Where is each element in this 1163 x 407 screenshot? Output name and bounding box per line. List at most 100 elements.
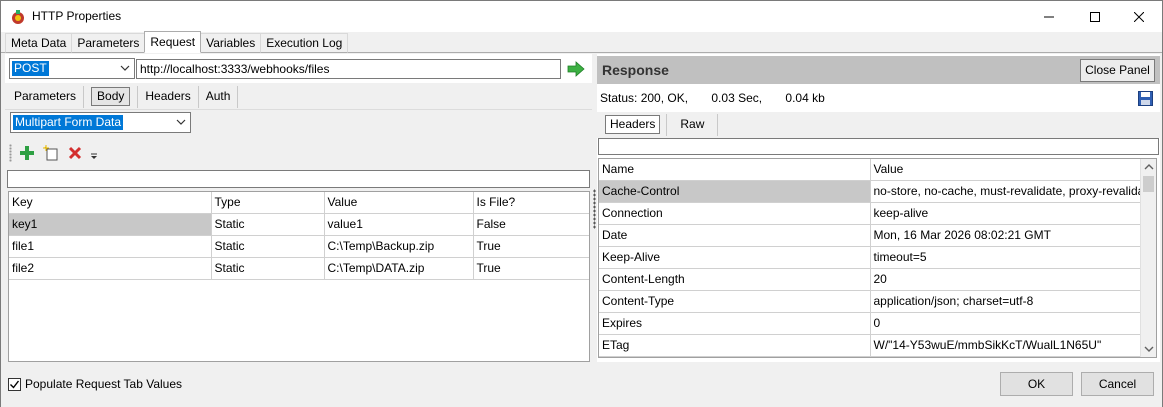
tab-meta-data[interactable]: Meta Data: [5, 33, 73, 53]
minimize-icon: [1044, 16, 1054, 17]
cell-value[interactable]: C:\Temp\DATA.zip: [324, 257, 474, 280]
table-row[interactable]: ETag W/"14-Y53wuE/mmbSikKcT/WualL1N65U": [599, 334, 1142, 357]
save-icon[interactable]: [1138, 91, 1153, 106]
column-header-value[interactable]: Value: [324, 192, 474, 214]
url-input[interactable]: http://localhost:3333/webhooks/files: [136, 59, 561, 79]
cell-is-file[interactable]: True: [473, 257, 589, 280]
populate-checkbox[interactable]: [8, 378, 21, 391]
cell-value[interactable]: keep-alive: [870, 202, 1142, 225]
method-value: POST: [12, 61, 49, 76]
cell-value[interactable]: 0: [870, 312, 1142, 335]
cell-key[interactable]: file2: [9, 257, 212, 280]
maximize-icon: [1090, 11, 1100, 22]
cell-name[interactable]: Expires: [599, 312, 871, 335]
cell-type[interactable]: Static: [211, 257, 325, 280]
response-title: Response: [602, 62, 669, 78]
cell-key[interactable]: key1: [9, 213, 212, 236]
delete-x-icon: [68, 146, 82, 160]
close-icon: [1134, 11, 1144, 22]
table-row[interactable]: Content-Length 20: [599, 268, 1142, 291]
column-header-is-file[interactable]: Is File?: [473, 192, 589, 214]
add-row-button[interactable]: [17, 143, 37, 163]
cell-name[interactable]: Content-Type: [599, 290, 871, 313]
send-arrow-icon[interactable]: [567, 60, 585, 78]
cell-value[interactable]: timeout=5: [870, 246, 1142, 269]
cell-key[interactable]: file1: [9, 235, 212, 258]
cell-value[interactable]: W/"14-Y53wuE/mmbSikKcT/WualL1N65U": [870, 334, 1142, 357]
cell-is-file[interactable]: True: [473, 235, 589, 258]
cell-value[interactable]: C:\Temp\Backup.zip: [324, 235, 474, 258]
cell-name[interactable]: Keep-Alive: [599, 246, 871, 269]
body-toolbar: [9, 142, 103, 164]
table-row[interactable]: Connection keep-alive: [599, 202, 1142, 225]
cell-name[interactable]: Cache-Control: [599, 180, 871, 203]
toolbar-grip: [9, 144, 12, 162]
main-tabs: Meta Data Parameters Request Variables E…: [5, 31, 349, 53]
table-row[interactable]: Date Mon, 16 Mar 2026 08:02:21 GMT: [599, 224, 1142, 247]
body-type-select[interactable]: Multipart Form Data: [10, 112, 191, 133]
cell-value[interactable]: Mon, 16 Mar 2026 08:02:21 GMT: [870, 224, 1142, 247]
ok-button[interactable]: OK: [1000, 372, 1073, 396]
subtab-parameters[interactable]: Parameters: [7, 86, 85, 108]
cell-name[interactable]: Date: [599, 224, 871, 247]
column-header-name[interactable]: Name: [599, 159, 871, 181]
cell-value[interactable]: 20: [870, 268, 1142, 291]
minimize-button[interactable]: [1026, 1, 1072, 32]
table-row[interactable]: Cache-Control no-store, no-cache, must-re…: [599, 180, 1142, 203]
subtab-headers[interactable]: Headers: [138, 86, 199, 108]
cell-is-file[interactable]: False: [473, 213, 589, 236]
table-row[interactable]: Content-Type application/json; charset=ut…: [599, 290, 1142, 313]
delete-row-button[interactable]: [65, 143, 85, 163]
window-title: HTTP Properties: [32, 9, 122, 23]
column-header-key[interactable]: Key: [9, 192, 212, 214]
close-panel-button[interactable]: Close Panel: [1080, 59, 1155, 82]
close-button[interactable]: [1116, 1, 1162, 32]
grid-filter-input[interactable]: [7, 170, 590, 188]
dialog-footer: Populate Request Tab Values OK Cancel: [1, 363, 1162, 407]
table-row[interactable]: file2 Static C:\Temp\DATA.zip True: [9, 257, 589, 280]
request-sub-area: Parameters Body Headers Auth Multipart F…: [5, 83, 592, 362]
cell-name[interactable]: Content-Length: [599, 268, 871, 291]
tab-variables[interactable]: Variables: [200, 33, 262, 53]
table-row[interactable]: file1 Static C:\Temp\Backup.zip True: [9, 235, 589, 258]
tab-execution-log[interactable]: Execution Log: [260, 33, 349, 53]
new-item-button[interactable]: [41, 143, 61, 163]
table-row[interactable]: key1 Static value1 False: [9, 213, 589, 236]
table-row[interactable]: Expires 0: [599, 312, 1142, 335]
tab-parameters[interactable]: Parameters: [71, 33, 146, 53]
scroll-up-icon[interactable]: [1144, 162, 1154, 172]
response-headers-grid: Name Value Cache-Control no-store, no-cac…: [598, 158, 1157, 358]
column-header-value[interactable]: Value: [870, 159, 1142, 181]
method-select[interactable]: POST: [9, 58, 135, 79]
scroll-down-icon[interactable]: [1144, 344, 1154, 354]
subtab-body[interactable]: Body: [84, 86, 139, 108]
pane-splitter[interactable]: [593, 189, 596, 229]
table-row[interactable]: Keep-Alive timeout=5: [599, 246, 1142, 269]
cell-name[interactable]: Connection: [599, 202, 871, 225]
cell-value[interactable]: value1: [324, 213, 474, 236]
app-icon: [12, 10, 24, 24]
tab-response-raw[interactable]: Raw: [667, 114, 719, 136]
request-sub-tabs: Parameters Body Headers Auth: [7, 86, 239, 108]
toolbar-overflow-button[interactable]: [89, 143, 99, 163]
cell-type[interactable]: Static: [211, 235, 325, 258]
cell-value[interactable]: no-store, no-cache, must-revalidate, pro…: [870, 180, 1142, 203]
vertical-scrollbar[interactable]: [1140, 159, 1156, 357]
populate-label[interactable]: Populate Request Tab Values: [25, 377, 182, 391]
cell-value[interactable]: application/json; charset=utf-8: [870, 290, 1142, 313]
body-params-grid: Key Type Value Is File? key1 Static valu…: [8, 191, 590, 362]
cell-name[interactable]: ETag: [599, 334, 871, 357]
column-header-type[interactable]: Type: [211, 192, 325, 214]
response-header: Response Close Panel: [597, 56, 1160, 84]
scrollbar-thumb[interactable]: [1143, 176, 1154, 192]
response-filter-input[interactable]: [598, 138, 1159, 155]
tab-response-headers[interactable]: Headers: [599, 114, 668, 136]
cell-type[interactable]: Static: [211, 213, 325, 236]
maximize-button[interactable]: [1072, 1, 1118, 32]
subtab-auth[interactable]: Auth: [198, 86, 239, 108]
tab-request[interactable]: Request: [144, 31, 202, 53]
request-pane: POST http://localhost:3333/webhooks/file…: [5, 54, 592, 362]
response-tabs: Headers Raw: [599, 114, 719, 136]
cancel-button[interactable]: Cancel: [1081, 372, 1154, 396]
new-document-icon: [43, 145, 58, 161]
